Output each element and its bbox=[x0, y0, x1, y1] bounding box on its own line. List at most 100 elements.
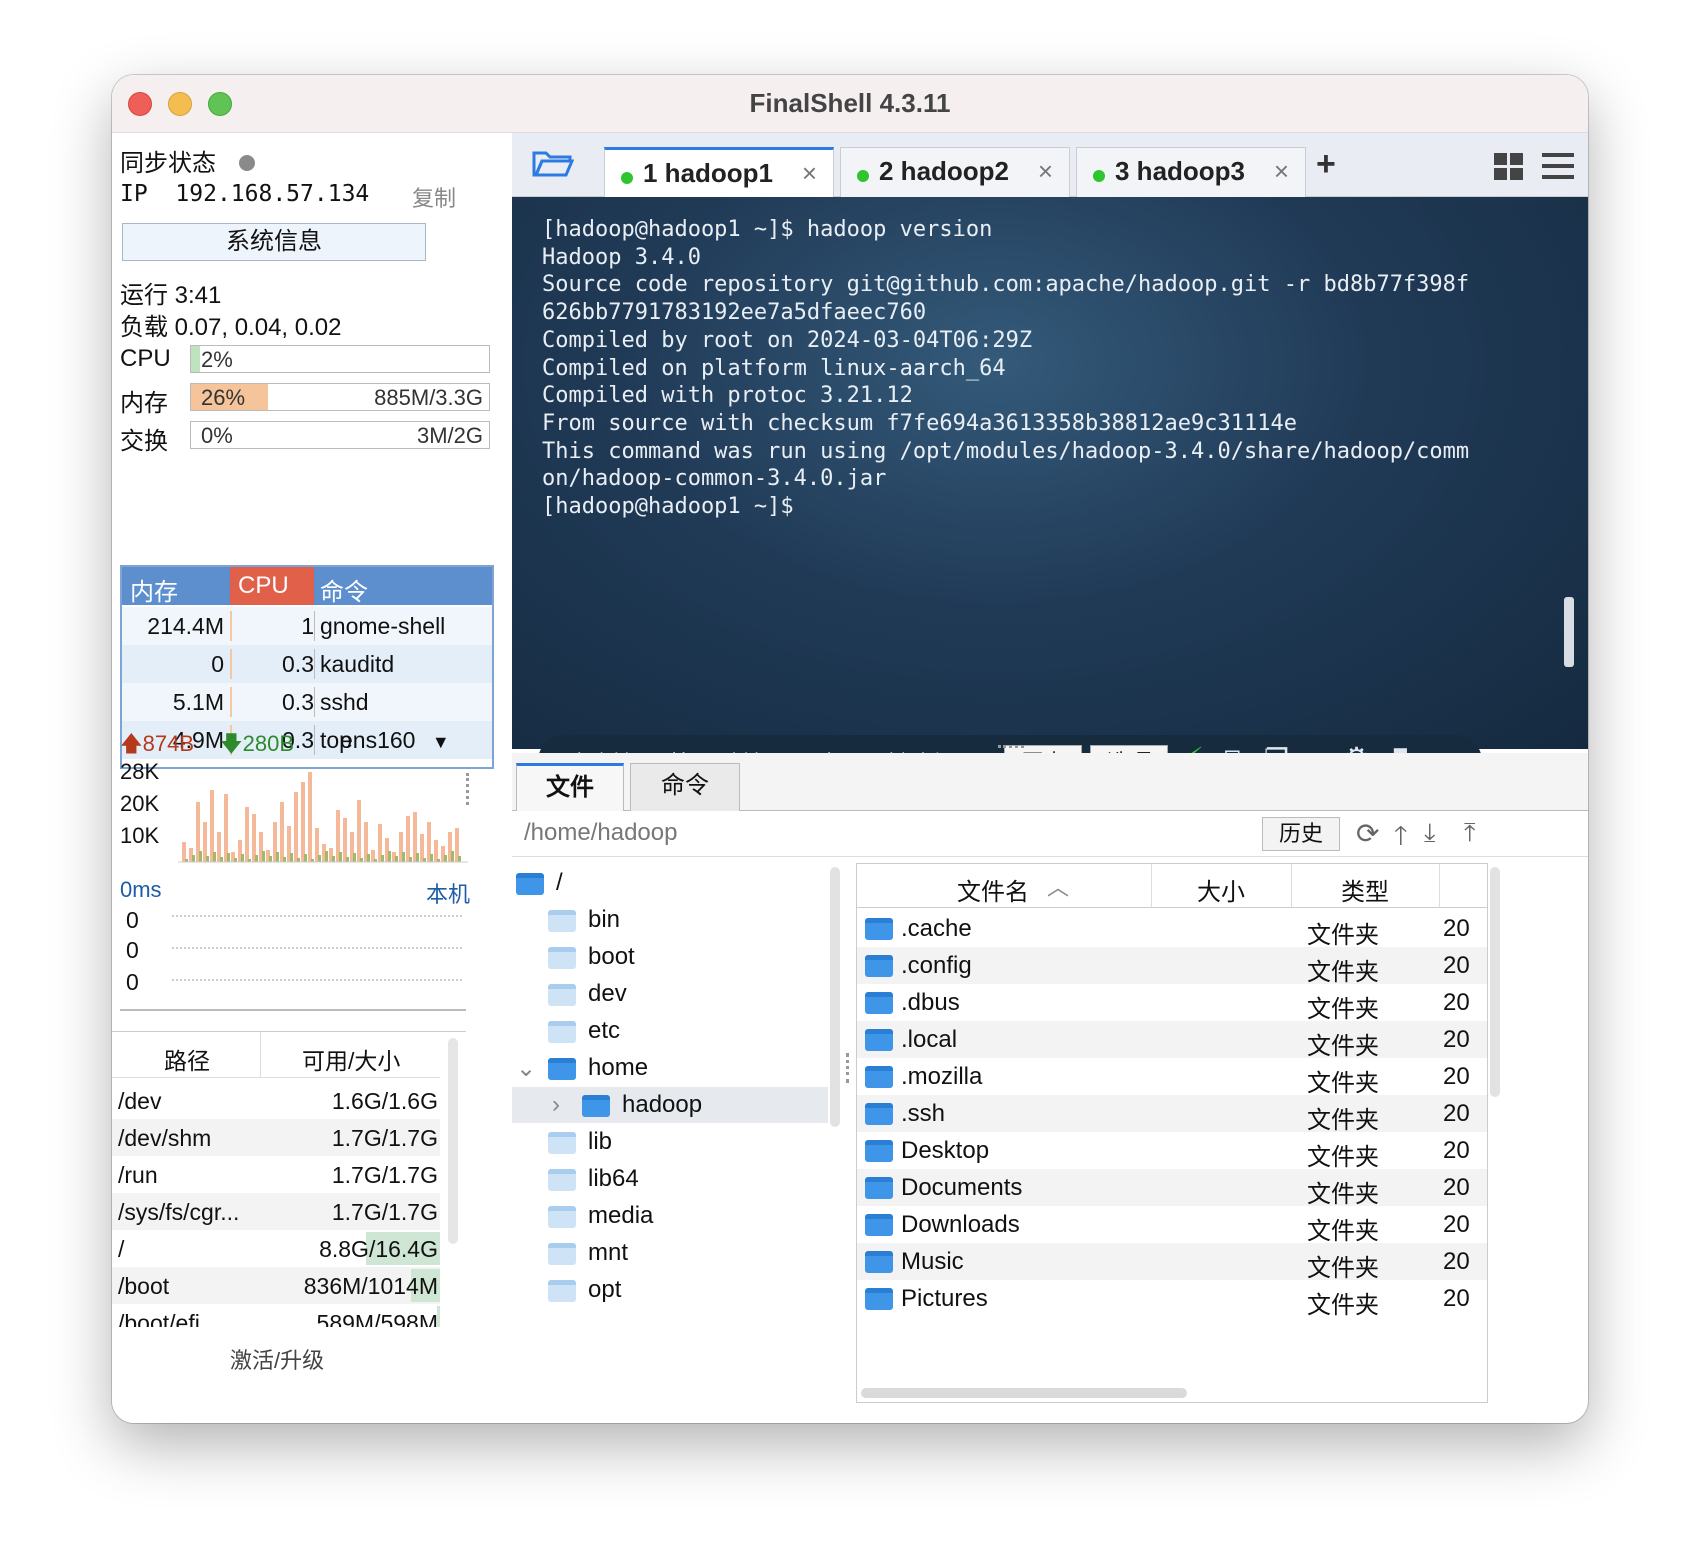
tree-item-boot[interactable]: boot bbox=[512, 939, 828, 975]
close-tab-icon[interactable]: × bbox=[1038, 156, 1053, 187]
file-row[interactable]: Pictures 文件夹 20 bbox=[857, 1280, 1487, 1319]
activate-upgrade-link[interactable]: 激活/升级 bbox=[230, 1343, 324, 1375]
sort-by-cmd[interactable]: 命令 bbox=[320, 572, 368, 607]
tree-item-lib64[interactable]: lib64 bbox=[512, 1161, 828, 1197]
path-input[interactable]: /home/hadoop bbox=[524, 819, 677, 847]
tree-item-hadoop[interactable]: › hadoop bbox=[512, 1087, 828, 1123]
tree-item-lib[interactable]: lib bbox=[512, 1124, 828, 1160]
file-type: 文件夹 bbox=[1307, 1107, 1379, 1134]
resize-handle[interactable] bbox=[466, 773, 470, 805]
disk-row[interactable]: / 8.8G/16.4G bbox=[112, 1230, 440, 1267]
disk-scrollbar[interactable] bbox=[448, 1038, 458, 1244]
upload-icon[interactable]: ⤒ bbox=[1464, 817, 1476, 849]
tree-resize-handle[interactable] bbox=[846, 1053, 850, 1083]
add-tab-icon[interactable]: + bbox=[1316, 145, 1336, 184]
file-row[interactable]: .dbus 文件夹 20 bbox=[857, 984, 1487, 1023]
sort-by-mem[interactable]: 内存 bbox=[130, 572, 178, 607]
net-bar bbox=[224, 794, 228, 862]
cpu-label: CPU bbox=[120, 345, 171, 372]
tab-files[interactable]: 文件 bbox=[516, 763, 624, 811]
net-bar-down bbox=[234, 858, 237, 862]
net-bar-down bbox=[241, 854, 244, 862]
disk-row[interactable]: /dev 1.6G/1.6G bbox=[112, 1082, 440, 1119]
folder-icon bbox=[548, 1020, 576, 1043]
file-list-hscrollbar[interactable] bbox=[861, 1388, 1187, 1398]
app-window: FinalShell 4.3.11 同步状态 IP 192.168.57.134… bbox=[112, 75, 1588, 1423]
file-date: 20 bbox=[1443, 989, 1470, 1016]
file-row[interactable]: .cache 文件夹 20 bbox=[857, 910, 1487, 949]
net-bar bbox=[210, 790, 214, 862]
file-name: .config bbox=[901, 952, 972, 979]
disk-row[interactable]: /run 1.7G/1.7G bbox=[112, 1156, 440, 1193]
net-bar-down bbox=[276, 852, 279, 862]
menu-icon[interactable] bbox=[1542, 153, 1574, 181]
tree-item-label: home bbox=[588, 1054, 649, 1081]
sysinfo-button[interactable]: 系统信息 bbox=[122, 223, 426, 261]
folder-icon bbox=[865, 1029, 893, 1051]
net-bar-down bbox=[304, 854, 307, 862]
tree-scrollbar[interactable] bbox=[830, 867, 840, 1127]
copy-ip-button[interactable]: 复制 bbox=[412, 181, 456, 213]
online-dot-icon bbox=[621, 172, 633, 184]
tree-item-opt[interactable]: opt bbox=[512, 1272, 828, 1308]
refresh-icon[interactable]: ⟳ bbox=[1356, 817, 1379, 850]
file-row[interactable]: .mozilla 文件夹 20 bbox=[857, 1058, 1487, 1097]
disk-row[interactable]: /sys/fs/cgr... 1.7G/1.7G bbox=[112, 1193, 440, 1230]
tab-hadoop2[interactable]: 2 hadoop2 × bbox=[840, 147, 1070, 197]
tree-item-label: lib bbox=[588, 1128, 613, 1155]
tree-item-etc[interactable]: etc bbox=[512, 1013, 828, 1049]
file-row[interactable]: .local 文件夹 20 bbox=[857, 1021, 1487, 1060]
file-date: 20 bbox=[1443, 915, 1470, 942]
parent-dir-icon[interactable]: 🡑 bbox=[1394, 817, 1408, 861]
tree-item-root[interactable]: / bbox=[512, 865, 828, 901]
tab-hadoop1[interactable]: 1 hadoop1 × bbox=[604, 147, 834, 197]
open-folder-icon[interactable] bbox=[532, 147, 575, 179]
process-row[interactable]: 5.1M 0.3 sshd bbox=[122, 683, 492, 721]
process-row[interactable]: 214.4M 1 gnome-shell bbox=[122, 607, 492, 645]
close-tab-icon[interactable]: × bbox=[802, 158, 817, 189]
folder-icon bbox=[548, 946, 576, 969]
path-history-button[interactable]: 历史 bbox=[1262, 817, 1340, 851]
tab-commands[interactable]: 命令 bbox=[630, 763, 740, 811]
folder-icon bbox=[548, 1168, 576, 1191]
col-type[interactable]: 类型 bbox=[1341, 872, 1389, 907]
terminal-scrollbar[interactable] bbox=[1564, 597, 1574, 667]
tree-item-bin[interactable]: bin bbox=[512, 902, 828, 938]
file-row[interactable]: Desktop 文件夹 20 bbox=[857, 1132, 1487, 1171]
folder-icon bbox=[548, 909, 576, 932]
process-mem: 214.4M bbox=[147, 613, 224, 639]
file-row[interactable]: .config 文件夹 20 bbox=[857, 947, 1487, 986]
disk-row[interactable]: /boot 836M/1014M bbox=[112, 1267, 440, 1304]
file-type: 文件夹 bbox=[1307, 1144, 1379, 1171]
net-bar bbox=[343, 818, 347, 862]
tree-item-media[interactable]: media bbox=[512, 1198, 828, 1234]
tab-hadoop3[interactable]: 3 hadoop3 × bbox=[1076, 147, 1306, 197]
terminal[interactable]: [hadoop@hadoop1 ~]$ hadoop version Hadoop… bbox=[512, 197, 1588, 787]
chevron-right-icon[interactable]: › bbox=[552, 1091, 560, 1119]
chevron-down-icon[interactable]: ⌄ bbox=[516, 1054, 536, 1083]
file-row[interactable]: .ssh 文件夹 20 bbox=[857, 1095, 1487, 1134]
tree-item-mnt[interactable]: mnt bbox=[512, 1235, 828, 1271]
download-icon[interactable]: ⤓ bbox=[1424, 817, 1436, 849]
grid-view-icon[interactable] bbox=[1494, 153, 1524, 181]
disk-row[interactable]: /boot/efi 589M/598M bbox=[112, 1304, 440, 1327]
tree-item-dev[interactable]: dev bbox=[512, 976, 828, 1012]
cpu-bar: 2% bbox=[190, 345, 490, 373]
col-size[interactable]: 大小 bbox=[1197, 872, 1245, 907]
file-row[interactable]: Downloads 文件夹 20 bbox=[857, 1206, 1487, 1245]
col-filename[interactable]: 文件名 bbox=[957, 872, 1029, 907]
net-bar bbox=[245, 807, 249, 862]
file-list-vscrollbar[interactable] bbox=[1490, 867, 1500, 1097]
latency-host[interactable]: 本机 bbox=[426, 877, 470, 909]
process-row[interactable]: 0 0.3 kauditd bbox=[122, 645, 492, 683]
split-handle[interactable] bbox=[998, 745, 1024, 748]
disk-row[interactable]: /dev/shm 1.7G/1.7G bbox=[112, 1119, 440, 1156]
tree-item-label: opt bbox=[588, 1276, 622, 1303]
tree-item-home[interactable]: ⌄ home bbox=[512, 1050, 828, 1086]
file-row[interactable]: Documents 文件夹 20 bbox=[857, 1169, 1487, 1208]
sort-by-cpu[interactable]: CPU bbox=[230, 567, 314, 605]
file-row[interactable]: Music 文件夹 20 bbox=[857, 1243, 1487, 1282]
file-type: 文件夹 bbox=[1307, 1033, 1379, 1060]
iface-select[interactable]: ens160 ▼ bbox=[340, 727, 450, 754]
close-tab-icon[interactable]: × bbox=[1274, 156, 1289, 187]
